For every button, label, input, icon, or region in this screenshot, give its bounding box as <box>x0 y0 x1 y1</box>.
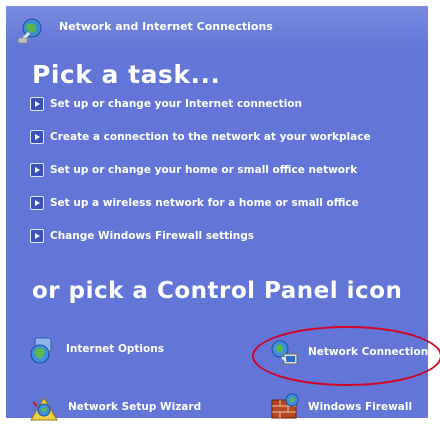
header-title: Network and Internet Connections <box>59 20 273 33</box>
network-connections-icon <box>268 337 300 369</box>
header-bar: Network and Internet Connections <box>6 6 428 50</box>
task-label: Set up a wireless network for a home or … <box>50 197 359 209</box>
arrow-bullet-icon <box>30 229 44 243</box>
task-home-network[interactable]: Set up or change your home or small offi… <box>30 163 410 181</box>
windows-firewall-icon <box>268 392 300 424</box>
internet-options-label: Internet Options <box>66 343 164 355</box>
task-panel: Network and Internet Connections Pick a … <box>6 6 440 421</box>
task-label: Create a connection to the network at yo… <box>50 131 371 143</box>
arrow-bullet-icon <box>30 163 44 177</box>
task-label: Set up or change your Internet connectio… <box>50 98 302 110</box>
network-setup-wizard-icon <box>28 392 60 424</box>
task-internet-connection[interactable]: Set up or change your Internet connectio… <box>30 97 410 115</box>
task-label: Change Windows Firewall settings <box>50 230 254 242</box>
task-wireless-network[interactable]: Set up a wireless network for a home or … <box>30 196 410 214</box>
arrow-bullet-icon <box>30 196 44 210</box>
task-firewall-settings[interactable]: Change Windows Firewall settings <box>30 229 410 247</box>
pick-a-task-heading: Pick a task... <box>32 60 221 89</box>
network-connections-label: Network Connections <box>308 346 435 358</box>
network-setup-wizard-label: Network Setup Wizard <box>68 401 202 413</box>
arrow-bullet-icon <box>30 97 44 111</box>
network-globe-icon <box>16 16 44 44</box>
control-panel-heading: or pick a Control Panel icon <box>32 278 403 304</box>
windows-firewall-label: Windows Firewall <box>308 401 413 413</box>
arrow-bullet-icon <box>30 130 44 144</box>
task-label: Set up or change your home or small offi… <box>50 164 358 176</box>
task-workplace-connection[interactable]: Create a connection to the network at yo… <box>30 130 410 148</box>
internet-options-icon <box>26 334 58 366</box>
